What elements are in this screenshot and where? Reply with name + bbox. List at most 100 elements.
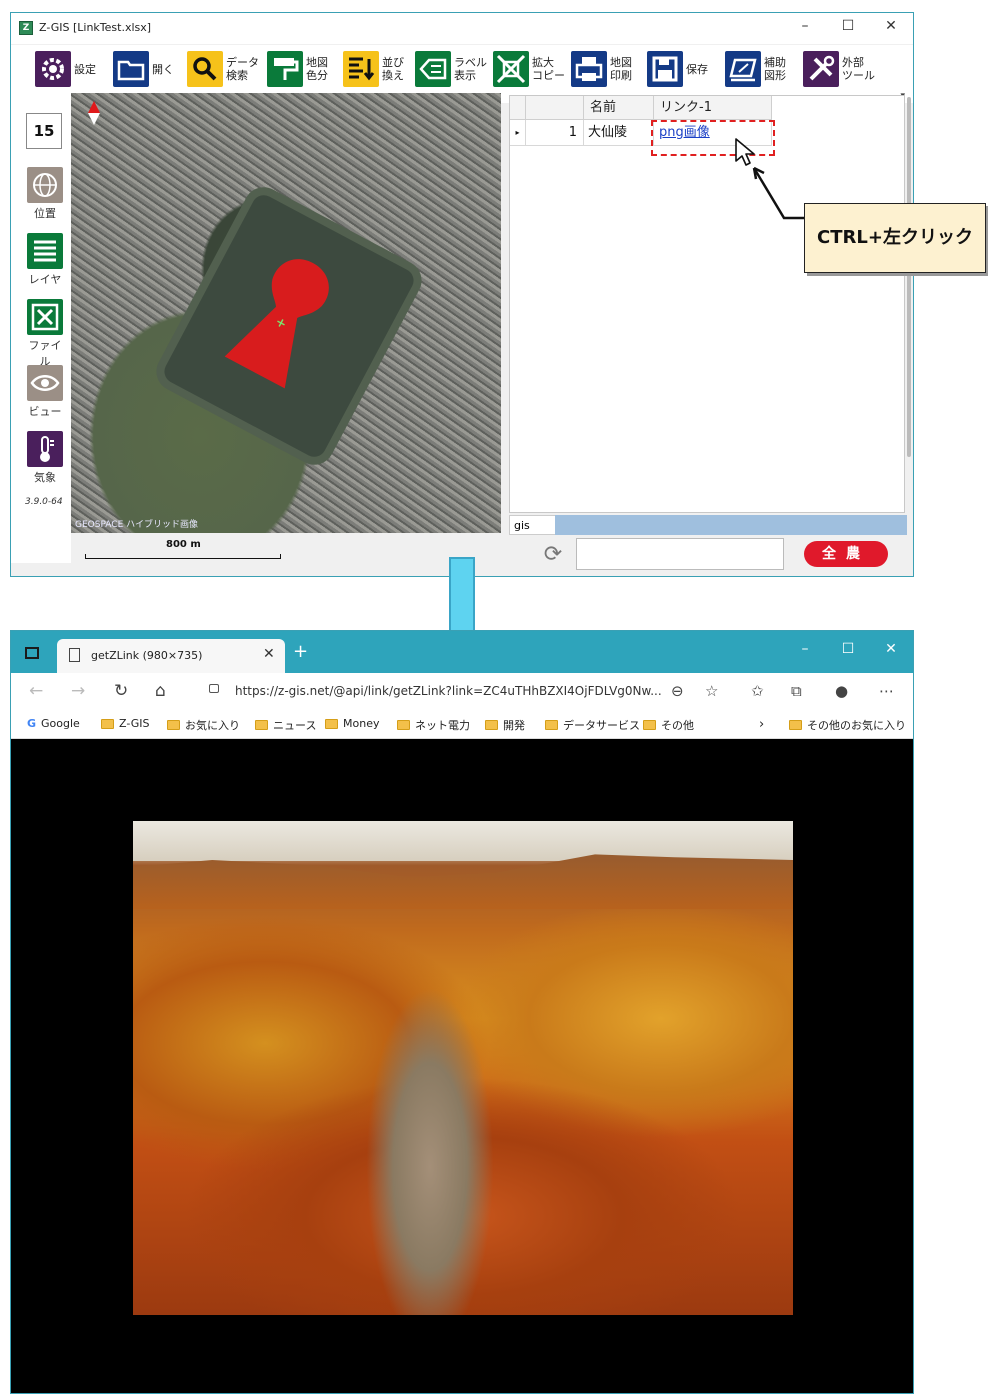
bookmark-label: データサービス (563, 719, 640, 732)
zgis-window: Z Z-GIS [LinkTest.xlsx] – ☐ ✕ 設定 開く データ … (10, 12, 914, 577)
label-tag-icon (415, 51, 451, 87)
address-bar-row: ← → ↻ ⌂ https://z-gis.net/@api/link/getZ… (11, 673, 913, 709)
url-bar[interactable]: https://z-gis.net/@api/link/getZLink?lin… (197, 677, 667, 705)
eye-icon (27, 365, 63, 401)
grid-header-selector (510, 96, 526, 120)
thermometer-icon (27, 431, 63, 467)
maximize-button[interactable]: ☐ (834, 18, 862, 34)
sheet-tab-gis[interactable]: gis (509, 515, 557, 535)
print-label: 地図 印刷 (610, 56, 632, 82)
tab-title: getZLink (980×735) (91, 649, 203, 662)
grid-scrollbar[interactable] (907, 97, 911, 457)
grid-header-link[interactable]: リンク-1 (654, 96, 772, 120)
table-row-index: 1 (526, 120, 584, 146)
settings-button[interactable]: 設定 (35, 49, 96, 89)
bookmark-favorites[interactable]: お気に入り (167, 717, 240, 733)
collections-icon[interactable]: ⧉ (791, 682, 802, 700)
profile-icon[interactable]: ● (835, 682, 848, 700)
north-arrow-icon (88, 101, 100, 125)
browser-close-button[interactable]: ✕ (877, 641, 905, 657)
add-favorite-icon[interactable]: ☆ (705, 682, 718, 700)
sort-label: 並び 換え (382, 56, 404, 82)
bookmark-label: その他 (661, 719, 694, 732)
minimize-button[interactable]: – (791, 18, 819, 34)
new-tab-icon[interactable]: + (293, 641, 308, 662)
map-view[interactable]: GEOSPACE ハイブリッド画像 (71, 93, 501, 533)
zgis-window-title: Z-GIS [LinkTest.xlsx] (39, 21, 152, 34)
back-icon[interactable]: ← (29, 681, 43, 701)
aux-shape-label: 補助 図形 (764, 56, 786, 82)
row-selector-icon[interactable]: ▸ (510, 120, 526, 146)
weather-label: 気象 (34, 471, 56, 484)
layer-button[interactable]: レイヤ (25, 233, 65, 287)
bookmark-label: 開発 (503, 719, 525, 732)
shape-icon (725, 51, 761, 87)
folder-icon (325, 718, 338, 729)
data-search-button[interactable]: データ 検索 (187, 49, 259, 89)
callout-pointer-arrow (752, 166, 806, 220)
floppy-disk-icon (647, 51, 683, 87)
bookmark-z-gis[interactable]: Z-GIS (101, 717, 149, 730)
excel-icon (27, 299, 63, 335)
folder-icon (485, 720, 498, 730)
scale-bar (85, 554, 281, 559)
open-label: 開く (152, 62, 174, 76)
folder-icon (397, 720, 410, 730)
refresh-icon[interactable]: ⟳ (539, 541, 567, 569)
close-button[interactable]: ✕ (877, 18, 905, 34)
view-button[interactable]: ビュー (25, 365, 65, 419)
map-copyright: GEOSPACE ハイブリッド画像 (75, 520, 198, 530)
tab-getzlink[interactable]: getZLink (980×735) ✕ (57, 639, 285, 673)
tools-icon (803, 51, 839, 87)
map-color-button[interactable]: 地図 色分 (267, 49, 328, 89)
aux-shape-button[interactable]: 補助 図形 (725, 49, 786, 89)
bookmark-dev[interactable]: 開発 (485, 717, 525, 733)
sort-icon (343, 51, 379, 87)
position-button[interactable]: 位置 (25, 167, 65, 221)
file-button[interactable]: ファイル (25, 299, 65, 369)
sheet-tab-bar (555, 515, 907, 535)
bookmark-news[interactable]: ニュース (255, 717, 316, 733)
bookmark-google[interactable]: G Google (27, 717, 80, 730)
weather-button[interactable]: 気象 (25, 431, 65, 485)
favorites-icon[interactable]: ✩ (751, 682, 764, 700)
page-icon (69, 648, 80, 662)
save-button[interactable]: 保存 (647, 49, 708, 89)
table-cell-name[interactable]: 大仙陵 (584, 120, 654, 146)
bookmark-data-service[interactable]: データサービス (545, 717, 640, 733)
forward-icon[interactable]: → (71, 681, 85, 701)
bookmarks-bar: G Google Z-GIS お気に入り ニュース Money ネット電力 開発 … (11, 709, 913, 739)
tab-actions-icon[interactable] (25, 647, 39, 659)
grid-header-name[interactable]: 名前 (584, 96, 654, 120)
bookmark-other[interactable]: その他 (643, 717, 694, 733)
sort-button[interactable]: 並び 換え (343, 49, 404, 89)
folder-icon (545, 720, 558, 730)
bookmark-money[interactable]: Money (325, 717, 379, 730)
browser-maximize-button[interactable]: ☐ (834, 641, 862, 657)
bookmarks-overflow-icon[interactable]: › (759, 717, 764, 732)
label-button[interactable]: ラベル 表示 (415, 49, 487, 89)
data-search-label: データ 検索 (226, 56, 259, 82)
print-button[interactable]: 地図 印刷 (571, 49, 632, 89)
external-tools-button[interactable]: 外部 ツール (803, 49, 875, 89)
lock-icon[interactable] (209, 684, 219, 693)
command-input[interactable] (576, 538, 784, 570)
bookmark-net-power[interactable]: ネット電力 (397, 717, 470, 733)
gear-icon (35, 51, 71, 87)
attribute-grid: 名前 リンク-1 ▸ 1 大仙陵 png画像 (509, 95, 905, 513)
reload-icon[interactable]: ↻ (114, 681, 128, 701)
zoom-out-icon[interactable]: ⊖ (671, 682, 684, 700)
browser-minimize-button[interactable]: – (791, 641, 819, 657)
zgis-logo-icon: Z (19, 21, 33, 35)
more-menu-icon[interactable]: ⋯ (879, 682, 894, 700)
zenno-button[interactable]: 全農 (804, 541, 888, 567)
tab-close-icon[interactable]: ✕ (263, 646, 275, 662)
other-favorites[interactable]: その他のお気に入り (789, 717, 906, 733)
grid-header-index (526, 96, 584, 120)
home-icon[interactable]: ⌂ (155, 681, 166, 701)
open-button[interactable]: 開く (113, 49, 174, 89)
zoom-copy-button[interactable]: 拡大 コピー (493, 49, 565, 89)
zoom-copy-label: 拡大 コピー (532, 56, 565, 82)
zoom-level-box[interactable]: 15 (26, 113, 62, 149)
save-label: 保存 (686, 62, 708, 76)
